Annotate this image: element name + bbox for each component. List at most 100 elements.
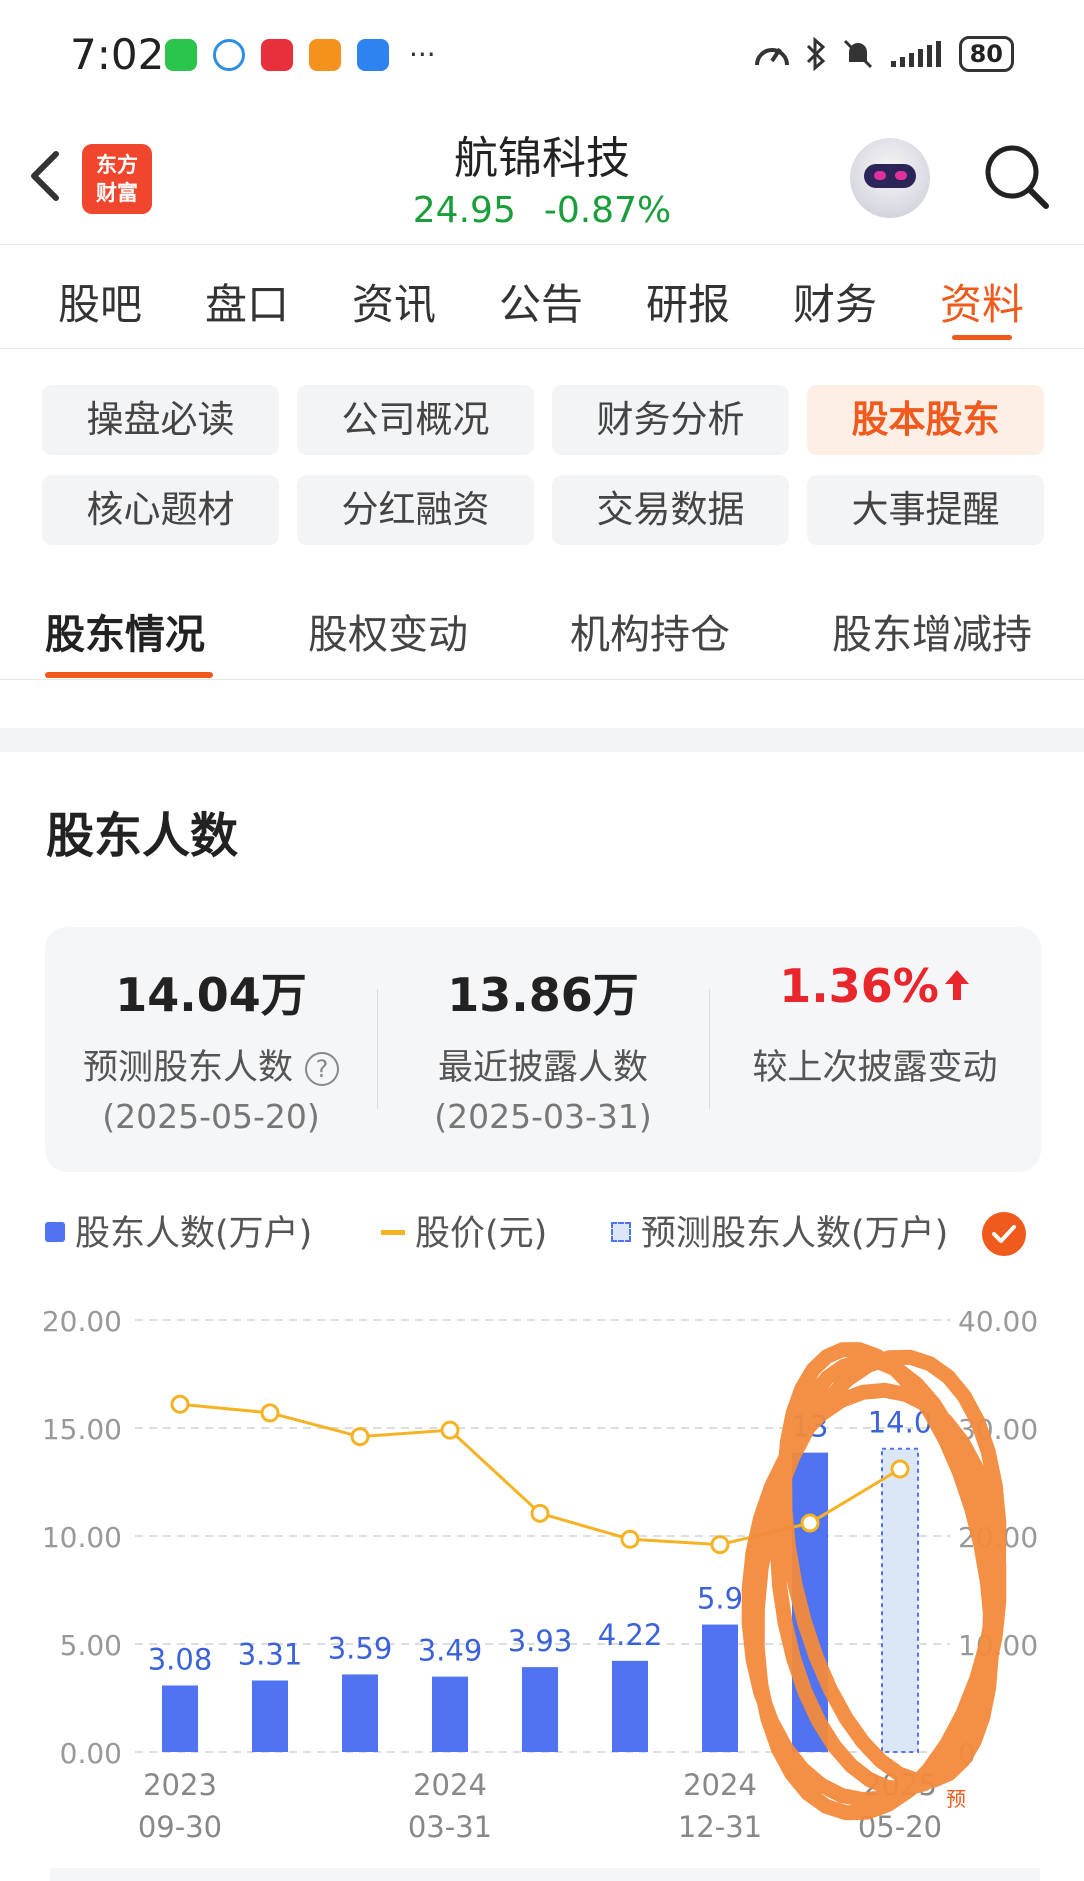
tab-pankou[interactable]: 盘口 xyxy=(205,271,289,332)
summary-change: 1.36% 较上次披露变动 xyxy=(709,927,1041,1172)
tab-news[interactable]: 资讯 xyxy=(352,271,436,332)
x-axis-date-label: 09-30 xyxy=(138,1810,222,1844)
bluetooth-icon xyxy=(806,37,825,71)
stock-change: -0.87% xyxy=(543,190,672,231)
wechat-icon xyxy=(165,38,197,71)
tab-guba[interactable]: 股吧 xyxy=(58,271,142,332)
legend-predicted-label: 预测股东人数(万户) xyxy=(641,1214,949,1254)
video-app-icon xyxy=(309,38,341,71)
bar xyxy=(702,1624,738,1752)
bar xyxy=(252,1680,288,1752)
legend-predicted[interactable]: 预测股东人数(万户) xyxy=(611,1212,948,1256)
section-divider xyxy=(0,728,1084,752)
legend-holders[interactable]: 股东人数(万户) xyxy=(45,1212,312,1256)
status-indicators: 80 xyxy=(753,36,1014,72)
legend-dashed-swatch xyxy=(611,1222,631,1242)
price-point xyxy=(710,1535,730,1555)
search-icon[interactable] xyxy=(980,140,1052,212)
active-tab-indicator xyxy=(952,335,1012,340)
bar xyxy=(612,1660,648,1752)
x-axis-year-label: 2024 xyxy=(413,1768,487,1802)
subnav-events[interactable]: 大事提醒 xyxy=(807,475,1044,545)
robot-left-eye xyxy=(874,171,886,180)
subnav-trading-guide[interactable]: 操盘必读 xyxy=(42,385,279,455)
status-time: 7:02 xyxy=(70,30,165,79)
section-title: 股东人数 xyxy=(46,808,239,864)
bar xyxy=(432,1676,468,1752)
price-point xyxy=(530,1503,550,1523)
signal-icon xyxy=(890,41,941,67)
bar-value-label: 3.93 xyxy=(508,1624,573,1658)
subtab-indicator xyxy=(45,672,213,678)
left-axis-tick-label: 0.00 xyxy=(60,1737,122,1770)
x-axis-date-label: 12-31 xyxy=(678,1810,762,1844)
price-point xyxy=(350,1427,370,1447)
price-point xyxy=(260,1403,280,1423)
left-axis-tick-label: 20.00 xyxy=(42,1305,122,1338)
legend-bar-swatch xyxy=(45,1222,65,1242)
main-tab-bar: 股吧 盘口 资讯 公告 研报 财务 资料 xyxy=(0,245,1084,349)
speed-icon xyxy=(754,47,789,66)
battery-indicator: 80 xyxy=(958,36,1014,72)
browser-icon xyxy=(213,38,245,71)
bar-value-label: 5.9 xyxy=(697,1582,743,1616)
bar-value-label: 3.49 xyxy=(418,1634,483,1668)
price-point xyxy=(890,1459,910,1479)
shareholder-subtabs: 股东情况 股权变动 机构持仓 股东增减持 xyxy=(0,580,1084,680)
latest-holders-date: (2025-03-31) xyxy=(434,1097,652,1136)
next-section-edge xyxy=(50,1868,1040,1881)
status-bar: 7:02 ··· 80 xyxy=(0,0,1084,110)
subnav-dividends[interactable]: 分红融资 xyxy=(297,475,534,545)
tab-research[interactable]: 研报 xyxy=(646,271,730,332)
price-point xyxy=(440,1420,460,1440)
predicted-holders-value: 14.04万 xyxy=(115,968,307,1022)
arrow-up-icon xyxy=(944,970,969,1000)
stock-header: 东方 财富 航锦科技 24.95 -0.87% xyxy=(0,110,1084,245)
latest-holders-label: 最近披露人数 xyxy=(437,1048,648,1088)
left-axis-tick-label: 15.00 xyxy=(42,1413,122,1446)
help-icon[interactable]: ? xyxy=(305,1052,339,1086)
left-axis-tick-label: 10.00 xyxy=(42,1521,122,1554)
subnav-share-capital[interactable]: 股本股东 xyxy=(807,385,1044,455)
subtab-institutional-holdings[interactable]: 机构持仓 xyxy=(570,602,730,660)
tab-announcements[interactable]: 公告 xyxy=(499,271,583,332)
checkmark-icon[interactable] xyxy=(982,1212,1026,1256)
subnav-company-overview[interactable]: 公司概况 xyxy=(297,385,534,455)
legend-line-swatch xyxy=(381,1229,405,1235)
x-axis-year-label: 2023 xyxy=(143,1768,217,1802)
legend-price[interactable]: 股价(元) xyxy=(381,1212,547,1256)
price-point xyxy=(800,1513,820,1533)
legend-holders-label: 股东人数(万户) xyxy=(75,1214,313,1254)
predicted-tag: 预 xyxy=(946,1787,966,1811)
assistant-robot-icon[interactable] xyxy=(850,138,930,218)
robot-right-eye xyxy=(895,171,907,180)
huawei-store-icon xyxy=(261,38,293,71)
subtab-shareholders[interactable]: 股东情况 xyxy=(45,602,205,660)
weather-icon xyxy=(357,38,389,71)
stock-price: 24.95 xyxy=(412,190,516,231)
bar xyxy=(162,1685,198,1752)
legend-price-label: 股价(元) xyxy=(415,1214,548,1254)
x-axis-date-label: 03-31 xyxy=(408,1810,492,1844)
price-point xyxy=(620,1529,640,1549)
subnav-trading-data[interactable]: 交易数据 xyxy=(552,475,789,545)
shareholder-chart: 20.00 40.0015.00 30.0010.00 20.005.00 10.000… xyxy=(42,1305,1038,1844)
bar xyxy=(342,1674,378,1752)
bar-value-label: 3.31 xyxy=(238,1638,303,1672)
subnav-financial-analysis[interactable]: 财务分析 xyxy=(552,385,789,455)
status-app-icons: ··· xyxy=(165,38,436,71)
chart-legend: 股东人数(万户) 股价(元) 预测股东人数(万户) xyxy=(45,1212,1045,1262)
tab-profile[interactable]: 资料 xyxy=(940,271,1024,332)
subnav-core-themes[interactable]: 核心题材 xyxy=(42,475,279,545)
tab-finance[interactable]: 财务 xyxy=(793,271,877,332)
bar xyxy=(522,1667,558,1752)
robot-face xyxy=(864,164,916,188)
latest-holders-value: 13.86万 xyxy=(447,968,639,1022)
subtab-equity-changes[interactable]: 股权变动 xyxy=(308,602,468,660)
subtab-holding-changes[interactable]: 股东增减持 xyxy=(832,602,1032,660)
bar-value-label: 3.59 xyxy=(328,1631,393,1665)
holders-change-text: 1.36% xyxy=(779,959,939,1013)
price-point xyxy=(170,1394,190,1414)
predicted-holders-label-text: 预测股东人数 xyxy=(82,1048,293,1088)
predicted-bar xyxy=(881,1447,919,1753)
